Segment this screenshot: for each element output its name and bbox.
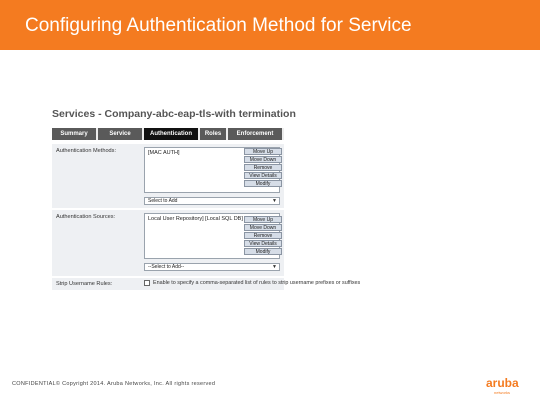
logo-sub: networks [494,390,511,395]
tab-bar: Summary Service Authentication Roles Enf… [52,128,284,140]
service-panel: Services - Company-abc-eap-tls-with term… [52,108,360,320]
footer-copyright: CONFIDENTIAL© Copyright 2014. Aruba Netw… [12,381,216,387]
title-bar: Configuring Authentication Method for Se… [0,0,540,50]
logo-word: aruba [486,376,519,390]
auth-sources-modify-button[interactable]: Modify [244,248,282,255]
chevron-down-icon: ▼ [272,198,277,204]
auth-methods-label: Authentication Methods: [56,148,117,154]
panel-title: Services - Company-abc-eap-tls-with term… [52,108,296,120]
tab-roles[interactable]: Roles [200,128,226,140]
auth-sources-select[interactable]: --Select to Add-- ▼ [144,263,280,271]
auth-methods-select[interactable]: Select to Add ▼ [144,197,280,205]
strip-username-label: Strip Username Rules: [56,281,113,287]
auth-sources-move-down-button[interactable]: Move Down [244,224,282,231]
select-value: --Select to Add-- [148,264,185,270]
tab-enforcement[interactable]: Enforcement [228,128,282,140]
auth-methods-modify-button[interactable]: Modify [244,180,282,187]
auth-methods-move-up-button[interactable]: Move Up [244,148,282,155]
strip-username-row: Strip Username Rules: Enable to specify … [52,278,360,290]
select-value: Select to Add [148,198,178,204]
auth-methods-row: Authentication Methods: [MAC AUTH] Selec… [52,144,284,208]
auth-methods-remove-button[interactable]: Remove [244,164,282,171]
tab-summary[interactable]: Summary [52,128,96,140]
auth-sources-move-up-button[interactable]: Move Up [244,216,282,223]
auth-sources-label: Authentication Sources: [56,214,116,220]
strip-username-checkbox[interactable] [144,280,150,286]
aruba-logo: aruba networks [486,376,526,396]
strip-username-text-content: Enable to specify a comma-separated list… [153,280,361,286]
chevron-down-icon: ▼ [272,264,277,270]
tab-authentication[interactable]: Authentication [144,128,198,140]
auth-sources-row: Authentication Sources: Local User Repos… [52,210,284,276]
auth-sources-remove-button[interactable]: Remove [244,232,282,239]
tab-service[interactable]: Service [98,128,142,140]
auth-methods-view-details-button[interactable]: View Details [244,172,282,179]
auth-sources-view-details-button[interactable]: View Details [244,240,282,247]
slide-title: Configuring Authentication Method for Se… [25,15,412,36]
strip-username-text: Enable to specify a comma-separated list… [153,280,360,286]
auth-methods-move-down-button[interactable]: Move Down [244,156,282,163]
